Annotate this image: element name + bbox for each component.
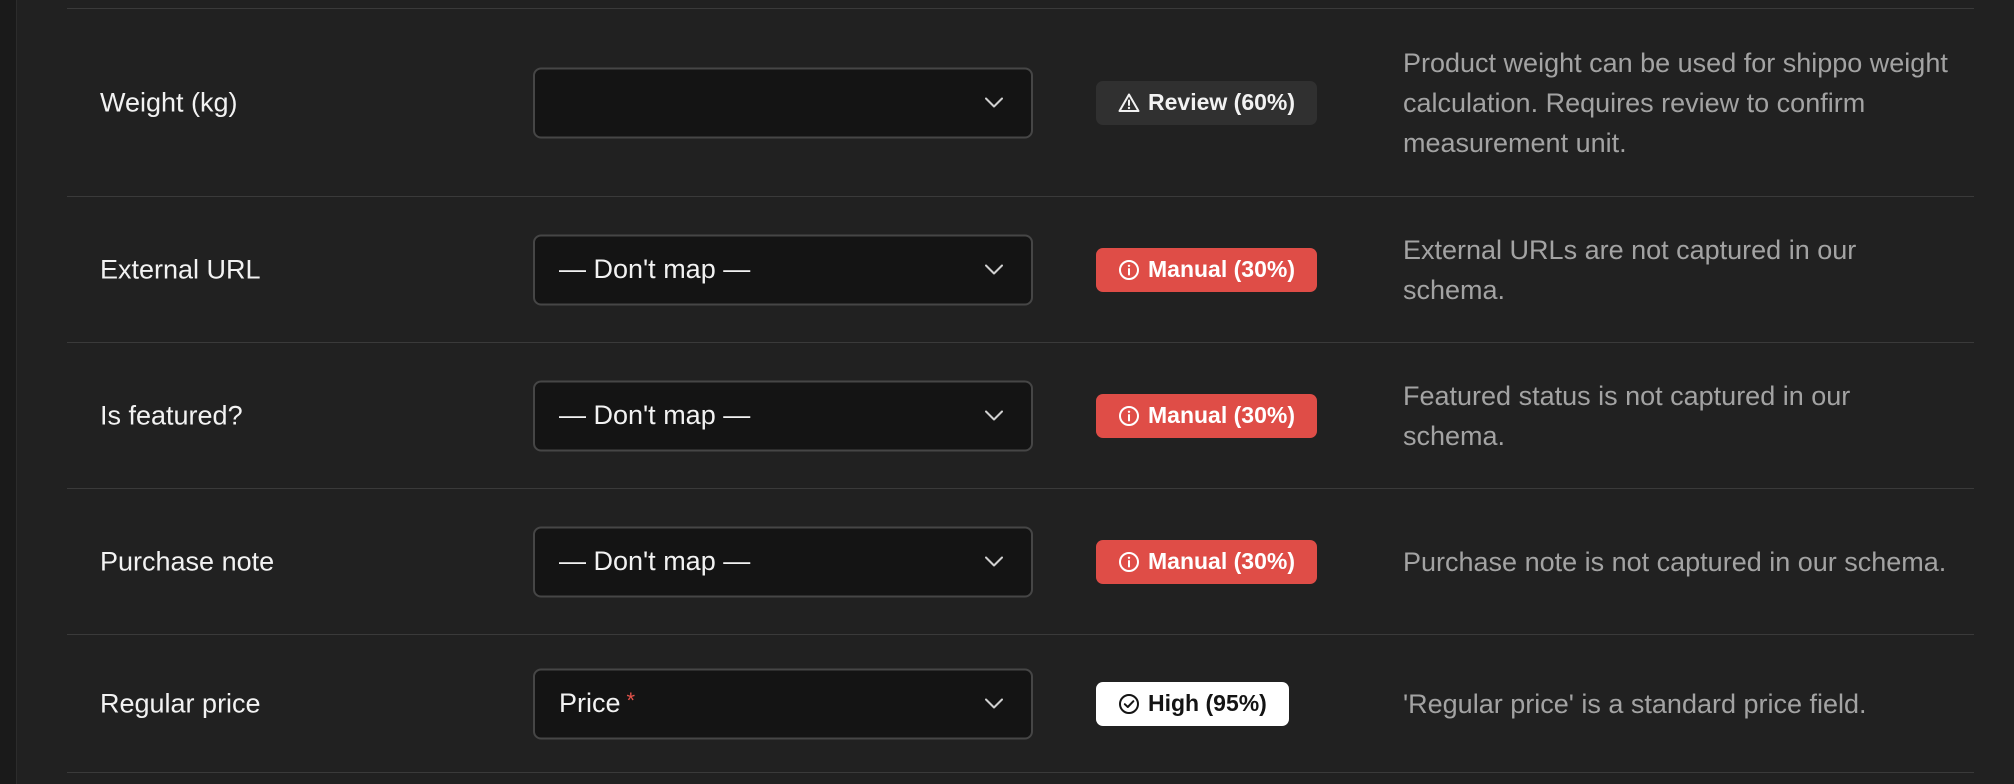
mapping-reason: Featured status is not captured in our s… bbox=[1403, 380, 1851, 451]
confidence-label: Manual (30%) bbox=[1148, 402, 1295, 428]
source-field-label: Purchase note bbox=[100, 546, 275, 576]
mapping-reason: 'Regular price' is a standard price fiel… bbox=[1403, 688, 1867, 719]
info-circle-icon bbox=[1119, 551, 1139, 572]
mapping-panel: Weight (kg) Review (60%) Product weight … bbox=[16, 0, 2014, 784]
mapping-reason: Purchase note is not captured in our sch… bbox=[1403, 546, 1947, 577]
confidence-label: High (95%) bbox=[1148, 690, 1267, 716]
chevron-down-icon bbox=[985, 97, 1003, 108]
mapping-select[interactable]: — Don't map — bbox=[533, 526, 1033, 597]
mapping-reason: Product weight can be used for shippo we… bbox=[1403, 47, 1948, 158]
info-circle-icon bbox=[1119, 405, 1139, 426]
mapping-select[interactable]: — Don't map — bbox=[533, 234, 1033, 305]
warning-icon bbox=[1118, 93, 1140, 112]
confidence-label: Review (60%) bbox=[1148, 89, 1296, 115]
table-row: Is featured? — Don't map — Manual (30%) … bbox=[67, 343, 1974, 489]
source-field-label: Weight (kg) bbox=[100, 87, 238, 117]
source-field-label: External URL bbox=[100, 254, 261, 284]
required-marker: * bbox=[626, 688, 636, 713]
mapping-select-value: — Don't map — bbox=[559, 254, 751, 284]
mapping-select-value: Price * bbox=[559, 688, 635, 719]
mapping-select[interactable] bbox=[533, 67, 1033, 138]
table-row: Purchase note — Don't map — Manual (30%)… bbox=[67, 489, 1974, 635]
confidence-label: Manual (30%) bbox=[1148, 256, 1295, 282]
confidence-badge: High (95%) bbox=[1096, 681, 1289, 726]
source-field-label: Is featured? bbox=[100, 400, 243, 430]
confidence-badge: Review (60%) bbox=[1096, 80, 1318, 125]
mapping-select-value: — Don't map — bbox=[559, 400, 751, 430]
confidence-badge: Manual (30%) bbox=[1096, 539, 1317, 584]
mapping-select-value: — Don't map — bbox=[559, 546, 751, 576]
field-mapping-table: Weight (kg) Review (60%) Product weight … bbox=[67, 8, 1974, 773]
table-row: Weight (kg) Review (60%) Product weight … bbox=[67, 9, 1974, 197]
info-circle-icon bbox=[1119, 259, 1139, 280]
check-circle-icon bbox=[1119, 693, 1139, 714]
table-row: Regular price Price * High (95%) 'Regular… bbox=[67, 635, 1974, 773]
mapping-reason: External URLs are not captured in our sc… bbox=[1403, 234, 1857, 305]
chevron-down-icon bbox=[985, 264, 1003, 275]
confidence-badge: Manual (30%) bbox=[1096, 393, 1317, 438]
source-field-label: Regular price bbox=[100, 688, 261, 718]
table-row: External URL — Don't map — Manual (30%) … bbox=[67, 197, 1974, 343]
mapping-select[interactable]: Price * bbox=[533, 668, 1033, 739]
confidence-label: Manual (30%) bbox=[1148, 548, 1295, 574]
chevron-down-icon bbox=[985, 556, 1003, 567]
mapping-select[interactable]: — Don't map — bbox=[533, 380, 1033, 451]
chevron-down-icon bbox=[985, 410, 1003, 421]
mapping-value-text: Price bbox=[559, 688, 621, 718]
chevron-down-icon bbox=[985, 698, 1003, 709]
confidence-badge: Manual (30%) bbox=[1096, 247, 1317, 292]
